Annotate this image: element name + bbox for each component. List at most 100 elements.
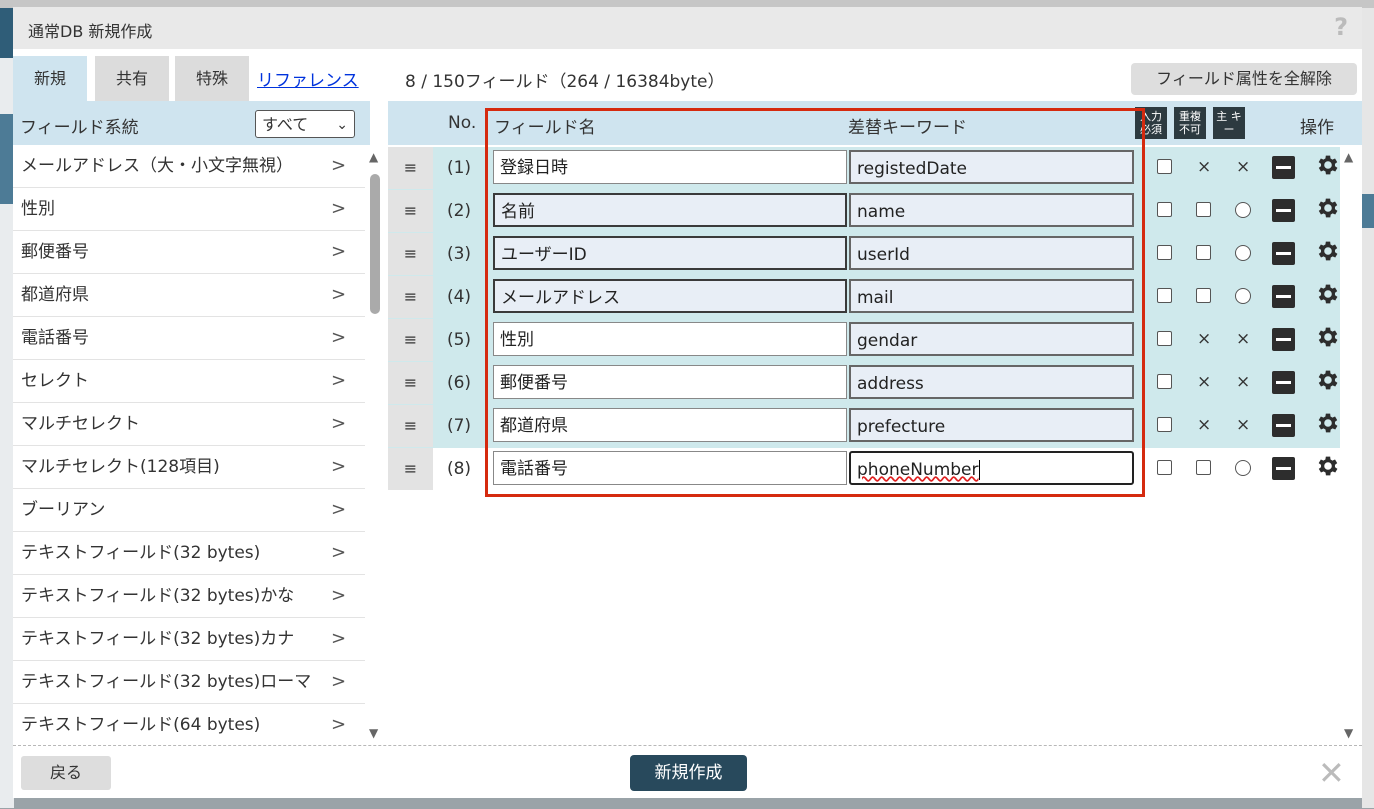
field-name-input[interactable]: 電話番号 [493,451,847,485]
drag-handle-icon[interactable]: ≡ [388,276,433,318]
drag-handle-icon[interactable]: ≡ [388,233,433,275]
field-type-item[interactable]: メールアドレス（大・小文字無視） > [13,145,365,188]
field-name-input[interactable]: 都道府県 [493,408,847,442]
left-scrollbar[interactable]: ▲ ▼ [368,150,382,750]
required-header-icon: 入力 必須 [1135,107,1167,139]
scroll-down-icon[interactable]: ▼ [1344,726,1353,740]
primary-key-na-icon: × [1236,415,1251,435]
unique-checkbox[interactable] [1196,288,1211,303]
field-type-item[interactable]: 郵便番号 > [13,231,365,274]
drag-handle-icon[interactable]: ≡ [388,448,433,490]
delete-field-icon[interactable] [1272,199,1295,222]
delete-field-icon[interactable] [1272,457,1295,480]
dialog-footer: 戻る 新規作成 ✕ [13,745,1362,798]
scroll-up-icon[interactable]: ▲ [1344,150,1353,164]
field-type-filter-select[interactable]: すべて ⌄ [255,110,355,138]
delete-field-icon[interactable] [1272,242,1295,265]
unique-checkbox[interactable] [1196,460,1211,475]
drag-handle-icon[interactable]: ≡ [388,190,433,232]
field-name-input[interactable]: 名前 [493,193,847,227]
field-type-item-label: メールアドレス（大・小文字無視） [21,156,293,176]
field-type-item-label: テキストフィールド(32 bytes)かな [21,586,295,606]
unique-na-icon: × [1197,372,1212,392]
back-button[interactable]: 戻る [21,756,111,790]
field-name-input[interactable]: 登録日時 [493,150,847,184]
field-type-item[interactable]: テキストフィールド(32 bytes) > [13,532,365,575]
background-right-edge [1362,8,1374,808]
help-icon[interactable]: ? [1334,13,1348,41]
scroll-up-icon[interactable]: ▲ [369,150,378,164]
field-name-input[interactable]: 郵便番号 [493,365,847,399]
required-checkbox[interactable] [1157,374,1172,389]
field-type-item[interactable]: テキストフィールド(32 bytes)かな > [13,575,365,618]
scroll-thumb[interactable] [370,174,380,314]
gear-icon[interactable] [1315,195,1343,223]
drag-handle-icon[interactable]: ≡ [388,147,433,189]
field-type-item[interactable]: 電話番号 > [13,317,365,360]
field-type-item[interactable]: マルチセレクト(128項目) > [13,446,365,489]
required-checkbox[interactable] [1157,460,1172,475]
gear-icon[interactable] [1315,324,1343,352]
field-type-item[interactable]: テキストフィールド(64 bytes) > [13,704,365,745]
tab-special[interactable]: 特殊 [175,56,249,101]
gear-icon[interactable] [1315,410,1343,438]
keyword-input[interactable]: userId [849,236,1134,270]
drag-handle-icon[interactable]: ≡ [388,319,433,361]
primary-key-radio[interactable] [1235,460,1251,476]
tab-shared[interactable]: 共有 [95,56,169,101]
required-checkbox[interactable] [1157,331,1172,346]
gear-icon[interactable] [1315,238,1343,266]
chevron-right-icon: > [331,413,347,434]
field-type-item[interactable]: テキストフィールド(32 bytes)カナ > [13,618,365,661]
row-number: (3) [446,244,472,264]
reference-link[interactable]: リファレンス [257,66,359,91]
field-type-item[interactable]: セレクト > [13,360,365,403]
clear-attributes-button[interactable]: フィールド属性を全解除 [1131,63,1357,95]
field-type-item[interactable]: テキストフィールド(32 bytes)ローマ > [13,661,365,704]
primary-key-na-icon: × [1236,157,1251,177]
field-type-item[interactable]: マルチセレクト > [13,403,365,446]
required-checkbox[interactable] [1157,202,1172,217]
tab-new[interactable]: 新規 [13,56,87,101]
keyword-input[interactable]: address [849,365,1134,399]
gear-icon[interactable] [1315,152,1343,180]
keyword-input[interactable]: registedDate [849,150,1134,184]
keyword-input[interactable]: gendar [849,322,1134,356]
gear-icon[interactable] [1315,453,1343,481]
keyword-input-value: phoneNumber [857,460,979,480]
field-name-input[interactable]: ユーザーID [493,236,847,270]
primary-key-radio[interactable] [1235,202,1251,218]
create-button[interactable]: 新規作成 [630,755,747,791]
field-name-input[interactable]: 性別 [493,322,847,356]
delete-field-icon[interactable] [1272,156,1295,179]
primary-key-radio[interactable] [1235,288,1251,304]
field-type-item[interactable]: 都道府県 > [13,274,365,317]
delete-field-icon[interactable] [1272,414,1295,437]
unique-checkbox[interactable] [1196,245,1211,260]
keyword-input[interactable]: mail [849,279,1134,313]
grid-scrollbar[interactable]: ▲ ▼ [1342,150,1360,750]
keyword-input[interactable]: prefecture [849,408,1134,442]
drag-handle-icon[interactable]: ≡ [388,362,433,404]
delete-field-icon[interactable] [1272,328,1295,351]
drag-handle-icon[interactable]: ≡ [388,405,433,447]
unique-checkbox[interactable] [1196,202,1211,217]
required-checkbox[interactable] [1157,288,1172,303]
keyword-input[interactable]: name [849,193,1134,227]
scroll-down-icon[interactable]: ▼ [369,726,378,740]
keyword-input[interactable]: phoneNumber [849,451,1134,485]
field-type-item-label: セレクト [21,371,89,391]
primary-key-radio[interactable] [1235,245,1251,261]
delete-field-icon[interactable] [1272,371,1295,394]
row-number: (6) [446,373,472,393]
required-checkbox[interactable] [1157,159,1172,174]
field-name-input[interactable]: メールアドレス [493,279,847,313]
required-checkbox[interactable] [1157,245,1172,260]
field-type-item[interactable]: ブーリアン > [13,489,365,532]
gear-icon[interactable] [1315,367,1343,395]
field-type-item[interactable]: 性別 > [13,188,365,231]
gear-icon[interactable] [1315,281,1343,309]
delete-field-icon[interactable] [1272,285,1295,308]
close-icon[interactable]: ✕ [1318,757,1345,789]
required-checkbox[interactable] [1157,417,1172,432]
